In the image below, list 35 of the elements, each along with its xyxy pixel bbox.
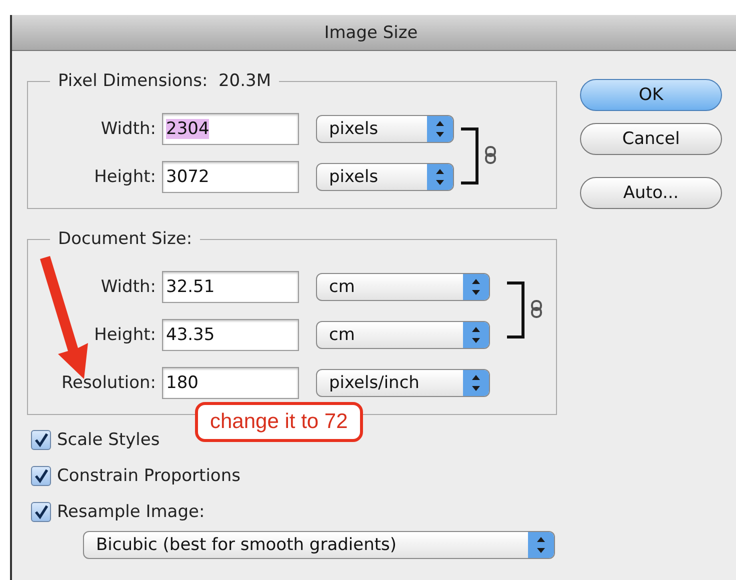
dialog-button[interactable]: Cancel xyxy=(580,123,722,155)
window-title: Image Size xyxy=(324,22,418,42)
unit-dropdown[interactable]: cm xyxy=(316,321,490,349)
checkbox[interactable] xyxy=(31,466,51,486)
input-field[interactable]: 180 xyxy=(162,367,299,399)
checkbox-option[interactable]: Constrain Proportions xyxy=(31,463,240,489)
stepper-icon xyxy=(463,322,489,348)
input-field[interactable]: 43.35 xyxy=(162,319,299,351)
checkbox[interactable] xyxy=(31,430,51,450)
checkbox[interactable] xyxy=(31,502,51,522)
unit-dropdown[interactable]: pixels/inch xyxy=(316,369,490,397)
checkbox-option[interactable]: Resample Image: xyxy=(31,499,205,525)
stepper-icon xyxy=(427,116,453,142)
unit-dropdown[interactable]: pixels xyxy=(316,115,454,143)
stepper-icon xyxy=(528,532,554,558)
field-label: Width: xyxy=(100,119,157,139)
input-field[interactable]: 2304 xyxy=(162,113,299,145)
field-label: Height: xyxy=(93,325,157,345)
field-label: Resolution: xyxy=(60,373,157,393)
resample-dropdown[interactable]: Bicubic (best for smooth gradients) xyxy=(83,531,555,559)
stepper-icon xyxy=(427,164,453,190)
dialog-button[interactable]: Auto... xyxy=(580,177,722,209)
annotation-callout: change it to 72 xyxy=(195,402,363,442)
group-title: Document Size: xyxy=(58,229,192,249)
stepper-icon xyxy=(463,274,489,300)
field-label: Width: xyxy=(100,277,157,297)
stepper-icon xyxy=(463,370,489,396)
dialog-button[interactable]: OK xyxy=(580,79,722,111)
unit-dropdown[interactable]: pixels xyxy=(316,163,454,191)
field-label: Height: xyxy=(93,167,157,187)
input-field[interactable]: 32.51 xyxy=(162,271,299,303)
unit-dropdown[interactable]: cm xyxy=(316,273,490,301)
checkbox-option[interactable]: Scale Styles xyxy=(31,427,160,453)
input-field[interactable]: 3072 xyxy=(162,161,299,193)
group-title: Pixel Dimensions: 20.3M xyxy=(58,71,271,91)
